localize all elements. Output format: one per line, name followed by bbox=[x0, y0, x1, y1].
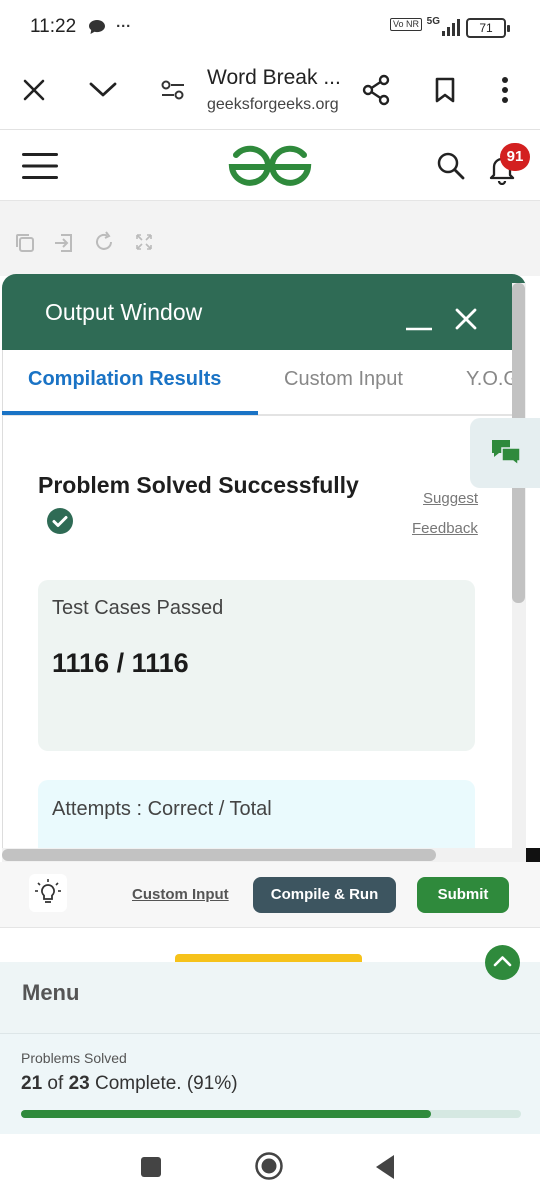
scroll-up-button[interactable] bbox=[485, 945, 520, 980]
progress-fill bbox=[21, 1110, 431, 1118]
chat-button[interactable] bbox=[470, 418, 540, 488]
site-settings-icon[interactable] bbox=[160, 78, 186, 102]
attempts-label: Attempts : Correct / Total bbox=[52, 798, 272, 820]
hamburger-menu-icon[interactable] bbox=[22, 153, 58, 179]
import-icon[interactable] bbox=[53, 232, 75, 254]
tab-custom-input[interactable]: Custom Input bbox=[284, 368, 403, 391]
more-notifications: ··· bbox=[116, 18, 132, 35]
volte-icon: Vo NR bbox=[389, 18, 422, 31]
total-count: 23 bbox=[68, 1073, 90, 1094]
submit-button[interactable]: Submit bbox=[417, 877, 509, 913]
menu-header[interactable] bbox=[0, 962, 540, 1034]
notification-count-badge[interactable]: 91 bbox=[500, 143, 530, 171]
network-type: 5G bbox=[426, 16, 440, 27]
more-options-icon[interactable] bbox=[500, 76, 510, 104]
status-bar: 11:22 ··· Vo NR 5G 71 bbox=[0, 0, 540, 56]
horizontal-scroll-thumb[interactable] bbox=[2, 849, 436, 861]
home-icon[interactable] bbox=[254, 1151, 284, 1181]
close-output-icon[interactable] bbox=[454, 307, 478, 331]
chevron-down-icon[interactable] bbox=[88, 80, 118, 100]
close-icon[interactable] bbox=[22, 78, 46, 102]
clock: 11:22 bbox=[30, 16, 77, 37]
share-icon[interactable] bbox=[362, 74, 390, 106]
success-check-icon bbox=[47, 508, 73, 534]
signal-icon bbox=[442, 18, 460, 36]
test-cases-label: Test Cases Passed bbox=[52, 597, 224, 619]
of-word: of bbox=[47, 1073, 64, 1094]
complete-text: Complete. (91%) bbox=[94, 1073, 238, 1094]
recents-icon[interactable] bbox=[140, 1156, 162, 1178]
test-cases-value: 1116 / 1116 bbox=[52, 648, 189, 678]
fullscreen-icon[interactable] bbox=[135, 233, 153, 251]
active-tab-indicator bbox=[2, 411, 258, 415]
scroll-corner bbox=[526, 848, 540, 862]
gfg-logo[interactable] bbox=[226, 141, 314, 189]
tab-yogi[interactable]: Y.O.G.I. bbox=[466, 368, 512, 391]
back-icon[interactable] bbox=[374, 1154, 396, 1180]
custom-input-link[interactable]: Custom Input bbox=[132, 886, 229, 903]
page-title[interactable]: Word Break ... bbox=[207, 66, 341, 90]
compile-run-button[interactable]: Compile & Run bbox=[253, 877, 396, 913]
reset-icon[interactable] bbox=[93, 231, 115, 253]
copy-icon[interactable] bbox=[14, 232, 36, 254]
chevron-up-icon bbox=[493, 956, 512, 967]
chat-notification-icon bbox=[89, 20, 105, 35]
lightbulb-icon bbox=[35, 879, 61, 903]
system-nav-bar bbox=[0, 1134, 540, 1200]
site-header bbox=[0, 131, 540, 201]
editor-toolbar bbox=[0, 201, 540, 276]
browser-toolbar: Word Break ... geeksforgeeks.org bbox=[0, 56, 540, 130]
bookmark-icon[interactable] bbox=[433, 76, 457, 104]
status-notification-icons: ··· bbox=[88, 18, 131, 35]
menu-title[interactable]: Menu bbox=[22, 980, 79, 1006]
battery-icon: 71 bbox=[466, 18, 510, 38]
page-domain[interactable]: geeksforgeeks.org bbox=[207, 96, 339, 114]
minimize-icon[interactable] bbox=[405, 318, 433, 332]
result-title: Problem Solved Successfully bbox=[38, 472, 359, 498]
solved-count: 21 bbox=[21, 1073, 43, 1094]
search-icon[interactable] bbox=[436, 151, 466, 181]
hint-button[interactable] bbox=[29, 874, 67, 912]
problems-solved-text: 21 of 23 Complete. (91%) bbox=[21, 1073, 238, 1095]
tab-compilation-results[interactable]: Compilation Results bbox=[28, 368, 221, 391]
chat-icon bbox=[492, 440, 521, 467]
suggest-link[interactable]: Suggest bbox=[423, 490, 478, 507]
problems-solved-label: Problems Solved bbox=[21, 1050, 127, 1066]
feedback-link[interactable]: Feedback bbox=[412, 520, 478, 537]
output-window-title: Output Window bbox=[45, 299, 203, 325]
yellow-accent-bar bbox=[175, 954, 362, 962]
